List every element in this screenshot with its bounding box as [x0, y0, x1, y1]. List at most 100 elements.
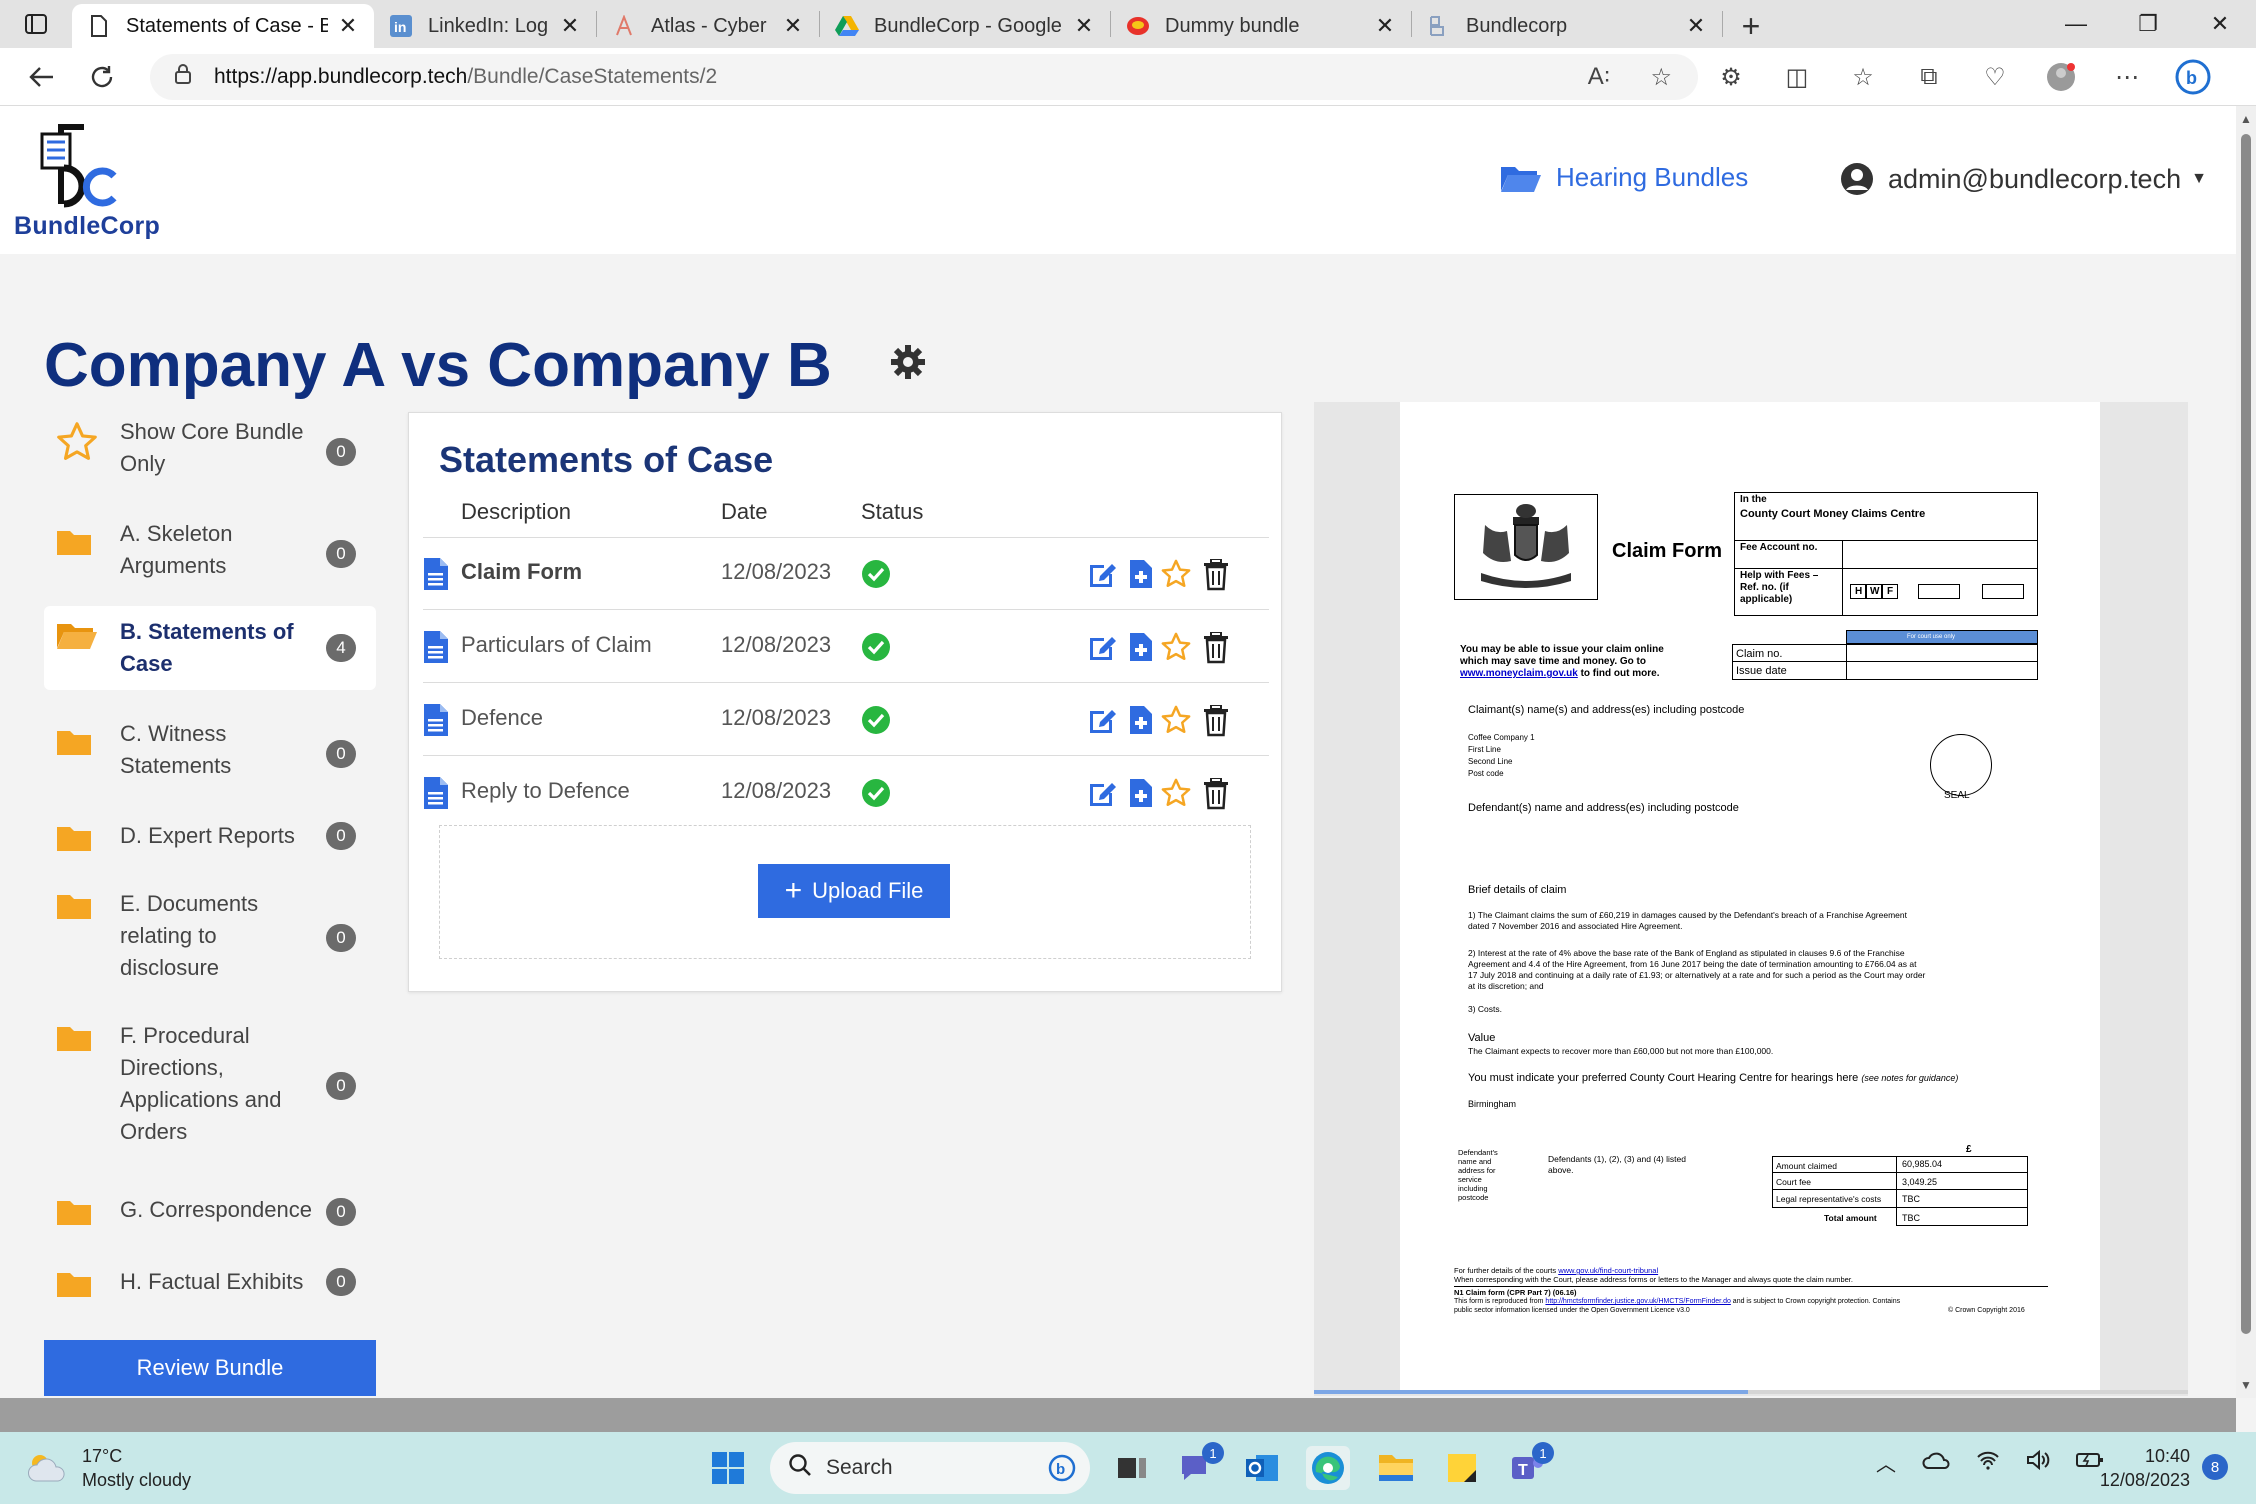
upload-drop-zone[interactable]: + Upload File	[439, 825, 1251, 959]
hearing-bundles-link[interactable]: Hearing Bundles	[1500, 162, 1748, 193]
collections-icon[interactable]: ⧉	[1908, 56, 1950, 98]
pdf-rule	[1772, 1189, 2028, 1190]
sidebar-item-core-bundle[interactable]: Show Core Bundle Only 0	[44, 416, 376, 488]
document-preview[interactable]: Claim Form In the County Court Money Cla…	[1314, 402, 2188, 1396]
back-button[interactable]	[12, 52, 72, 102]
read-aloud-icon[interactable]: A꞉	[1588, 63, 1611, 92]
document-icon	[423, 703, 449, 742]
formfinder-link[interactable]: http://hmctsformfinder.justice.gov.uk/HM…	[1545, 1298, 1730, 1305]
edit-icon[interactable]	[1087, 778, 1119, 813]
close-icon[interactable]: ✕	[558, 13, 582, 39]
sidebar-item-procedural-directions[interactable]: F. Procedural Directions, Applications a…	[44, 1020, 376, 1150]
gear-icon[interactable]	[890, 344, 926, 385]
edit-icon[interactable]	[1087, 559, 1119, 594]
row-description[interactable]: Particulars of Claim	[461, 632, 652, 658]
row-description[interactable]: Claim Form	[461, 559, 582, 585]
close-icon[interactable]: ✕	[336, 13, 360, 39]
scroll-up-icon[interactable]: ▲	[2240, 112, 2252, 126]
close-icon[interactable]: ✕	[1684, 13, 1708, 39]
add-document-icon[interactable]	[1129, 778, 1153, 813]
system-clock[interactable]: 10:40 12/08/2023	[2090, 1444, 2190, 1492]
tab-bundlecorp[interactable]: Bundlecorp ✕	[1412, 4, 1722, 48]
review-bundle-button[interactable]: Review Bundle	[44, 1340, 376, 1396]
core-bundle-star-icon[interactable]	[1161, 778, 1191, 813]
tab-actions-button[interactable]	[0, 0, 72, 48]
tab-statements-of-case[interactable]: Statements of Case - Bundl ✕	[72, 4, 374, 48]
close-window-button[interactable]: ✕	[2184, 0, 2256, 48]
sidebar-item-factual-exhibits[interactable]: H. Factual Exhibits 0	[44, 1264, 376, 1310]
minimize-button[interactable]: —	[2040, 0, 2112, 48]
user-menu[interactable]: admin@bundlecorp.tech ▼	[1840, 162, 2207, 196]
delete-icon[interactable]	[1203, 777, 1229, 815]
favorites-icon[interactable]: ☆	[1842, 56, 1884, 98]
moneyclaim-link[interactable]: www.moneyclaim.gov.uk	[1460, 668, 1578, 679]
edit-icon[interactable]	[1087, 632, 1119, 667]
weather-temp: 17°C	[82, 1446, 123, 1466]
row-description[interactable]: Reply to Defence	[461, 778, 630, 804]
tab-google-drive[interactable]: BundleCorp - Google Drive ✕	[820, 4, 1110, 48]
bundlecorp-logo[interactable]: BundleCorp	[14, 120, 184, 250]
refresh-button[interactable]	[72, 52, 132, 102]
delete-icon[interactable]	[1203, 704, 1229, 742]
add-document-icon[interactable]	[1129, 559, 1153, 594]
system-tray: ︿	[1876, 1448, 2104, 1477]
outlook-button[interactable]	[1240, 1446, 1284, 1490]
core-bundle-star-icon[interactable]	[1161, 632, 1191, 667]
scroll-down-icon[interactable]: ▼	[2240, 1378, 2252, 1392]
wifi-icon[interactable]	[1976, 1450, 2000, 1476]
delete-icon[interactable]	[1203, 558, 1229, 596]
taskbar-search[interactable]: Search b	[770, 1442, 1090, 1494]
edit-icon[interactable]	[1087, 705, 1119, 740]
bing-copilot-icon[interactable]: b	[2172, 56, 2214, 98]
courts-link[interactable]: www.gov.uk/find-court-tribunal	[1558, 1266, 1658, 1275]
pdf-hearing-text: You must indicate your preferred County …	[1468, 1072, 1958, 1084]
file-explorer-button[interactable]	[1374, 1446, 1418, 1490]
profile-avatar-icon[interactable]	[2040, 56, 2082, 98]
more-menu-icon[interactable]: ⋯	[2106, 56, 2148, 98]
split-screen-icon[interactable]: ◫	[1776, 56, 1818, 98]
sticky-notes-button[interactable]	[1440, 1446, 1484, 1490]
row-description[interactable]: Defence	[461, 705, 543, 731]
delete-icon[interactable]	[1203, 631, 1229, 669]
start-button[interactable]	[706, 1446, 750, 1490]
notification-center-badge[interactable]: 8	[2202, 1454, 2228, 1480]
close-icon[interactable]: ✕	[781, 13, 805, 39]
edge-button[interactable]	[1306, 1446, 1350, 1490]
url-field[interactable]: https://app.bundlecorp.tech/Bundle/CaseS…	[150, 54, 1698, 100]
sidebar-item-skeleton-arguments[interactable]: A. Skeleton Arguments 0	[44, 516, 376, 588]
performance-icon[interactable]: ♡	[1974, 56, 2016, 98]
tab-dummy-bundle[interactable]: Dummy bundle ✕	[1111, 4, 1411, 48]
upload-file-button[interactable]: + Upload File	[758, 864, 950, 918]
scrollbar-thumb[interactable]	[2241, 134, 2251, 1334]
sidebar-item-disclosure[interactable]: E. Documents relating to disclosure 0	[44, 888, 376, 988]
page-scrollbar[interactable]: ▲ ▼	[2236, 106, 2256, 1398]
close-icon[interactable]: ✕	[1373, 13, 1397, 39]
sidebar-item-witness-statements[interactable]: C. Witness Statements 0	[44, 716, 376, 788]
new-tab-button[interactable]: +	[1723, 4, 1779, 48]
add-document-icon[interactable]	[1129, 632, 1153, 667]
browser-address-bar: https://app.bundlecorp.tech/Bundle/CaseS…	[0, 48, 2256, 106]
extensions-icon[interactable]: ⚙	[1710, 56, 1752, 98]
notification-badge: 1	[1532, 1442, 1554, 1464]
task-view-button[interactable]	[1110, 1446, 1154, 1490]
volume-icon[interactable]	[2026, 1449, 2050, 1476]
sidebar-item-correspondence[interactable]: G. Correspondence 0	[44, 1194, 376, 1240]
tab-atlas[interactable]: Atlas - Cyber ✕	[597, 4, 819, 48]
teams-chat-button[interactable]: 1	[1174, 1442, 1224, 1490]
teams-button[interactable]: T 1	[1504, 1442, 1554, 1490]
onedrive-icon[interactable]	[1922, 1451, 1950, 1475]
favorite-star-icon[interactable]: ☆	[1650, 63, 1672, 92]
core-bundle-star-icon[interactable]	[1161, 705, 1191, 740]
pdf-rule	[1732, 661, 2038, 662]
chevron-up-icon[interactable]: ︿	[1876, 1448, 1896, 1477]
weather-widget[interactable]: 17°C Mostly cloudy	[26, 1444, 191, 1492]
core-bundle-star-icon[interactable]	[1161, 559, 1191, 594]
sidebar-item-expert-reports[interactable]: D. Expert Reports 0	[44, 818, 376, 868]
add-document-icon[interactable]	[1129, 705, 1153, 740]
close-icon[interactable]: ✕	[1072, 13, 1096, 39]
sidebar-item-statements-of-case[interactable]: B. Statements of Case 4	[44, 606, 376, 690]
maximize-button[interactable]: ❐	[2112, 0, 2184, 48]
pdf-amount-value: TBC	[1902, 1194, 1920, 1204]
tab-linkedin[interactable]: in LinkedIn: Log In or Sign Up ✕	[374, 4, 596, 48]
tab-title: Dummy bundle	[1165, 14, 1300, 37]
